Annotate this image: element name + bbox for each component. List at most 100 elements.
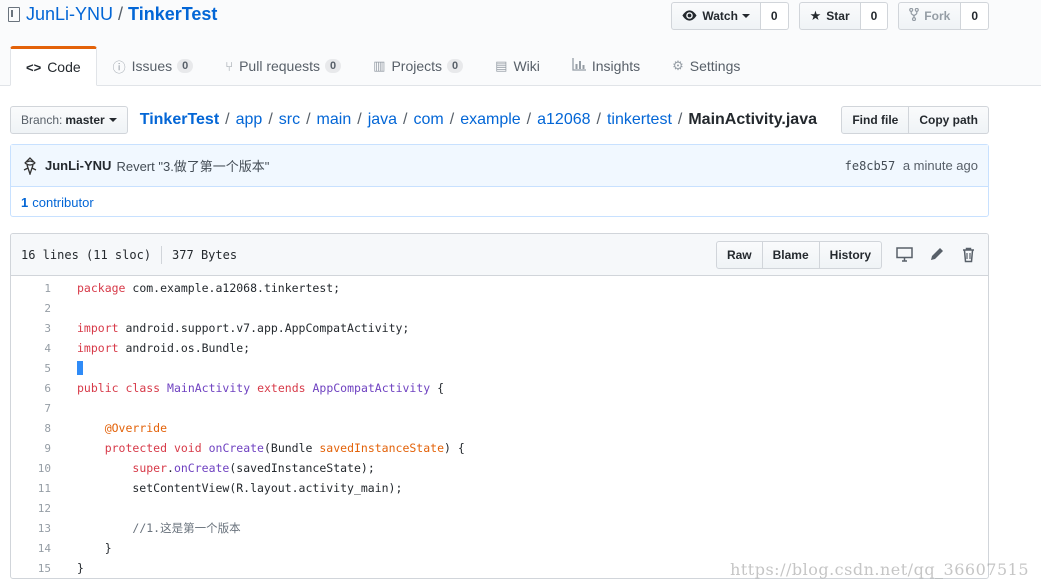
blame-button[interactable]: Blame	[762, 240, 820, 269]
breadcrumb-dir[interactable]: src	[279, 111, 300, 129]
code-token: //1.这是第一个版本	[132, 521, 241, 535]
breadcrumb-separator: /	[449, 111, 455, 128]
tab-issues[interactable]: ⓘ Issues 0	[97, 46, 210, 86]
code-line: 10 super.onCreate(savedInstanceState);	[11, 458, 988, 478]
code-token: .	[167, 461, 174, 475]
breadcrumb-dir[interactable]: a12068	[537, 111, 590, 129]
fork-count[interactable]: 0	[961, 2, 989, 30]
breadcrumb-dir[interactable]: com	[414, 111, 444, 129]
tab-code[interactable]: <> Code	[10, 46, 97, 86]
title-separator: /	[118, 4, 124, 24]
contributors-link[interactable]: 1 contributor	[11, 187, 988, 217]
issue-icon: ⓘ	[112, 59, 126, 75]
line-number[interactable]: 11	[11, 482, 61, 495]
project-icon: ▥	[373, 58, 386, 73]
breadcrumb-dir[interactable]: app	[236, 111, 263, 129]
tab-projects[interactable]: ▥ Projects 0	[357, 46, 479, 86]
line-number[interactable]: 13	[11, 522, 61, 535]
fork-group: Fork 0	[898, 2, 989, 30]
trash-icon[interactable]	[958, 245, 978, 265]
code-token: ) {	[444, 441, 465, 455]
desktop-icon[interactable]	[894, 245, 914, 265]
code-token: package	[77, 281, 126, 295]
breadcrumb-separator: /	[596, 111, 601, 128]
line-number[interactable]: 12	[11, 502, 61, 515]
code-content: import android.os.Bundle;	[61, 341, 250, 355]
code-token: import	[77, 341, 119, 355]
tab-settings[interactable]: ⚙ Settings	[656, 46, 756, 86]
line-number[interactable]: 5	[11, 362, 61, 375]
breadcrumb-dir[interactable]: tinkertest	[607, 111, 672, 129]
commit-message[interactable]: Revert "3.做了第一个版本"	[116, 156, 269, 175]
tab-wiki[interactable]: ▤ Wiki	[479, 46, 556, 86]
avatar[interactable]	[21, 156, 39, 175]
code-line: 1 package com.example.a12068.tinkertest;	[11, 278, 988, 298]
line-number[interactable]: 3	[11, 322, 61, 335]
line-number[interactable]: 8	[11, 422, 61, 435]
line-number[interactable]: 1	[11, 282, 61, 295]
tab-projects-label: Projects	[391, 58, 443, 74]
pencil-icon[interactable]	[926, 245, 946, 265]
fork-button[interactable]: Fork	[898, 2, 962, 30]
branch-select-button[interactable]: Branch: master	[10, 106, 128, 134]
tab-insights[interactable]: Insights	[556, 46, 656, 86]
breadcrumb-separator: /	[268, 111, 273, 128]
code-token: onCreate	[208, 441, 264, 455]
file-lines-info: 16 lines (11 sloc)	[21, 247, 152, 262]
watch-count[interactable]: 0	[760, 2, 789, 30]
file-navigation: Branch: master TinkerTest / app / src / main /…	[10, 106, 989, 134]
watch-group: Watch 0	[671, 2, 789, 30]
code-token: class	[125, 381, 161, 395]
breadcrumb-dir[interactable]: java	[368, 111, 397, 129]
line-number[interactable]: 15	[11, 562, 61, 575]
line-number[interactable]: 7	[11, 402, 61, 415]
breadcrumb-dir[interactable]: main	[317, 111, 352, 129]
tab-insights-label: Insights	[591, 58, 641, 74]
code-blob: 1 package com.example.a12068.tinkertest; 2…	[11, 276, 988, 578]
line-number[interactable]: 14	[11, 542, 61, 555]
code-token: (savedInstanceState);	[229, 461, 375, 475]
commit-author[interactable]: JunLi-YNU	[45, 158, 111, 173]
breadcrumb-dir[interactable]: example	[460, 111, 520, 129]
book-icon: ▤	[495, 58, 508, 73]
tab-pull-requests-label: Pull requests	[239, 58, 321, 74]
line-number[interactable]: 4	[11, 342, 61, 355]
code-token: AppCompatActivity	[312, 381, 431, 395]
code-content: }	[61, 541, 112, 555]
history-button[interactable]: History	[819, 240, 882, 269]
code-token: setContentView(R.layout.activity_main);	[77, 481, 403, 495]
code-token: protected	[104, 441, 168, 455]
line-number[interactable]: 6	[11, 382, 61, 395]
code-token: super	[132, 461, 168, 475]
tab-pull-requests[interactable]: ⑂ Pull requests 0	[209, 46, 357, 86]
repo-name-link[interactable]: TinkerTest	[128, 4, 217, 25]
repo-owner-link[interactable]: JunLi-YNU	[26, 4, 113, 25]
commit-sha[interactable]: fe8cb57	[845, 159, 896, 173]
header-divider	[161, 245, 163, 264]
breadcrumb-separator: /	[357, 111, 362, 128]
line-number[interactable]: 2	[11, 302, 61, 315]
line-number[interactable]: 10	[11, 462, 61, 475]
line-number[interactable]: 9	[11, 442, 61, 455]
find-file-button[interactable]: Find file	[841, 106, 910, 134]
watch-button[interactable]: Watch	[671, 2, 761, 30]
star-button[interactable]: ★ Star	[798, 2, 861, 30]
copy-path-button[interactable]: Copy path	[909, 106, 989, 134]
code-token: (Bundle	[263, 441, 320, 455]
commit-meta: fe8cb57 a minute ago	[845, 158, 978, 173]
raw-button[interactable]: Raw	[715, 240, 763, 269]
watermark: https://blog.csdn.net/qq_36607515	[730, 560, 1029, 579]
code-token: import	[77, 321, 119, 335]
star-count[interactable]: 0	[860, 2, 889, 30]
code-line: 7	[11, 398, 988, 418]
repo-actions: Watch 0 ★ Star 0 Fork 0	[671, 2, 989, 30]
code-line: 11 setContentView(R.layout.activity_main…	[11, 478, 988, 498]
file-size: 377 Bytes	[172, 247, 238, 262]
breadcrumb-root[interactable]: TinkerTest	[140, 111, 219, 129]
code-line: 6 public class MainActivity extends AppCo…	[11, 378, 988, 398]
issues-counter: 0	[177, 59, 194, 73]
